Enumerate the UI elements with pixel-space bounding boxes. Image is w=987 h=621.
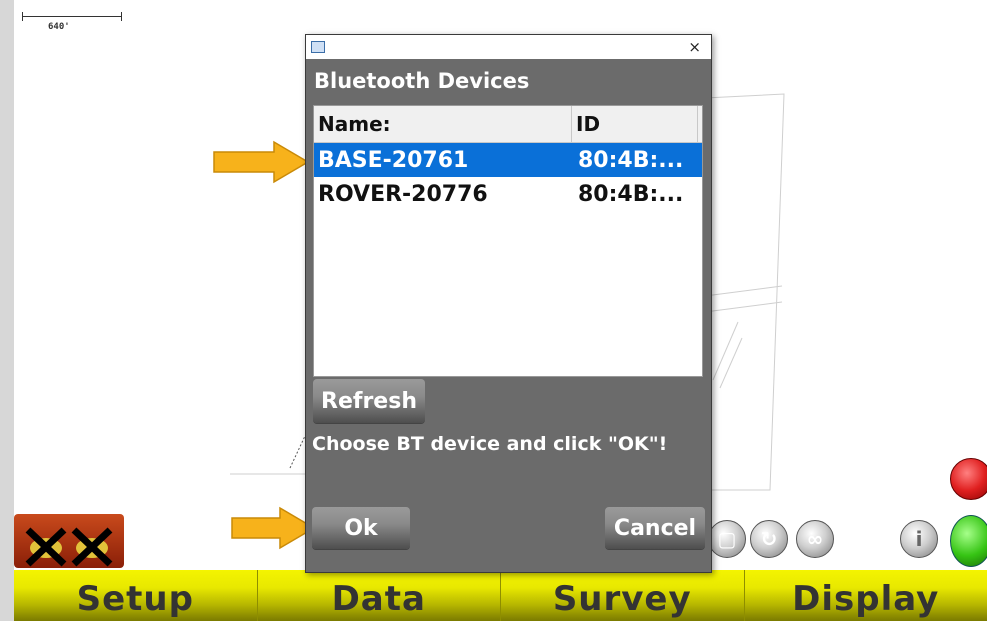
device-id: 80:4B:...: [578, 147, 684, 173]
gps-status-button[interactable]: [14, 514, 124, 568]
delete-point-icon[interactable]: [950, 458, 987, 500]
column-header-id[interactable]: ID: [572, 106, 698, 142]
refresh-button[interactable]: Refresh: [313, 379, 425, 423]
dialog-title: Bluetooth Devices: [314, 69, 530, 93]
nav-survey-button[interactable]: Survey: [501, 570, 745, 621]
infinity-icon[interactable]: ∞: [796, 520, 834, 558]
cancel-button[interactable]: Cancel: [605, 507, 705, 549]
close-icon[interactable]: ×: [688, 38, 701, 56]
column-header-name[interactable]: Name:: [314, 106, 572, 142]
left-edge-strip: [0, 0, 14, 621]
nav-display-button[interactable]: Display: [744, 570, 987, 621]
device-row[interactable]: BASE-20761 80:4B:...: [314, 143, 702, 177]
device-list[interactable]: Name: ID BASE-20761 80:4B:... ROVER-2077…: [313, 105, 703, 377]
device-id: 80:4B:...: [578, 181, 684, 207]
nav-data-button[interactable]: Data: [257, 570, 501, 621]
dialog-titlebar: ×: [306, 35, 711, 59]
rotate-icon[interactable]: ↻: [750, 520, 788, 558]
ok-button[interactable]: Ok: [312, 507, 410, 549]
bluetooth-devices-dialog: × Bluetooth Devices Name: ID BASE-20761 …: [305, 34, 712, 573]
arrow-pointer-icon: [213, 140, 310, 184]
device-name: BASE-20761: [318, 147, 469, 173]
device-row[interactable]: ROVER-20776 80:4B:...: [314, 177, 702, 211]
nav-setup-button[interactable]: Setup: [14, 570, 258, 621]
info-icon[interactable]: i: [900, 520, 938, 558]
device-list-header: Name: ID: [314, 106, 702, 143]
zoom-extent-icon[interactable]: ▢: [708, 520, 746, 558]
device-name: ROVER-20776: [318, 181, 488, 207]
hand-pan-icon[interactable]: [950, 515, 987, 567]
gps-disconnected-icon: [25, 527, 113, 567]
instruction-text: Choose BT device and click "OK"!: [312, 433, 668, 455]
window-app-icon: [311, 41, 325, 53]
bottom-nav: Setup Data Survey Display: [14, 570, 987, 621]
